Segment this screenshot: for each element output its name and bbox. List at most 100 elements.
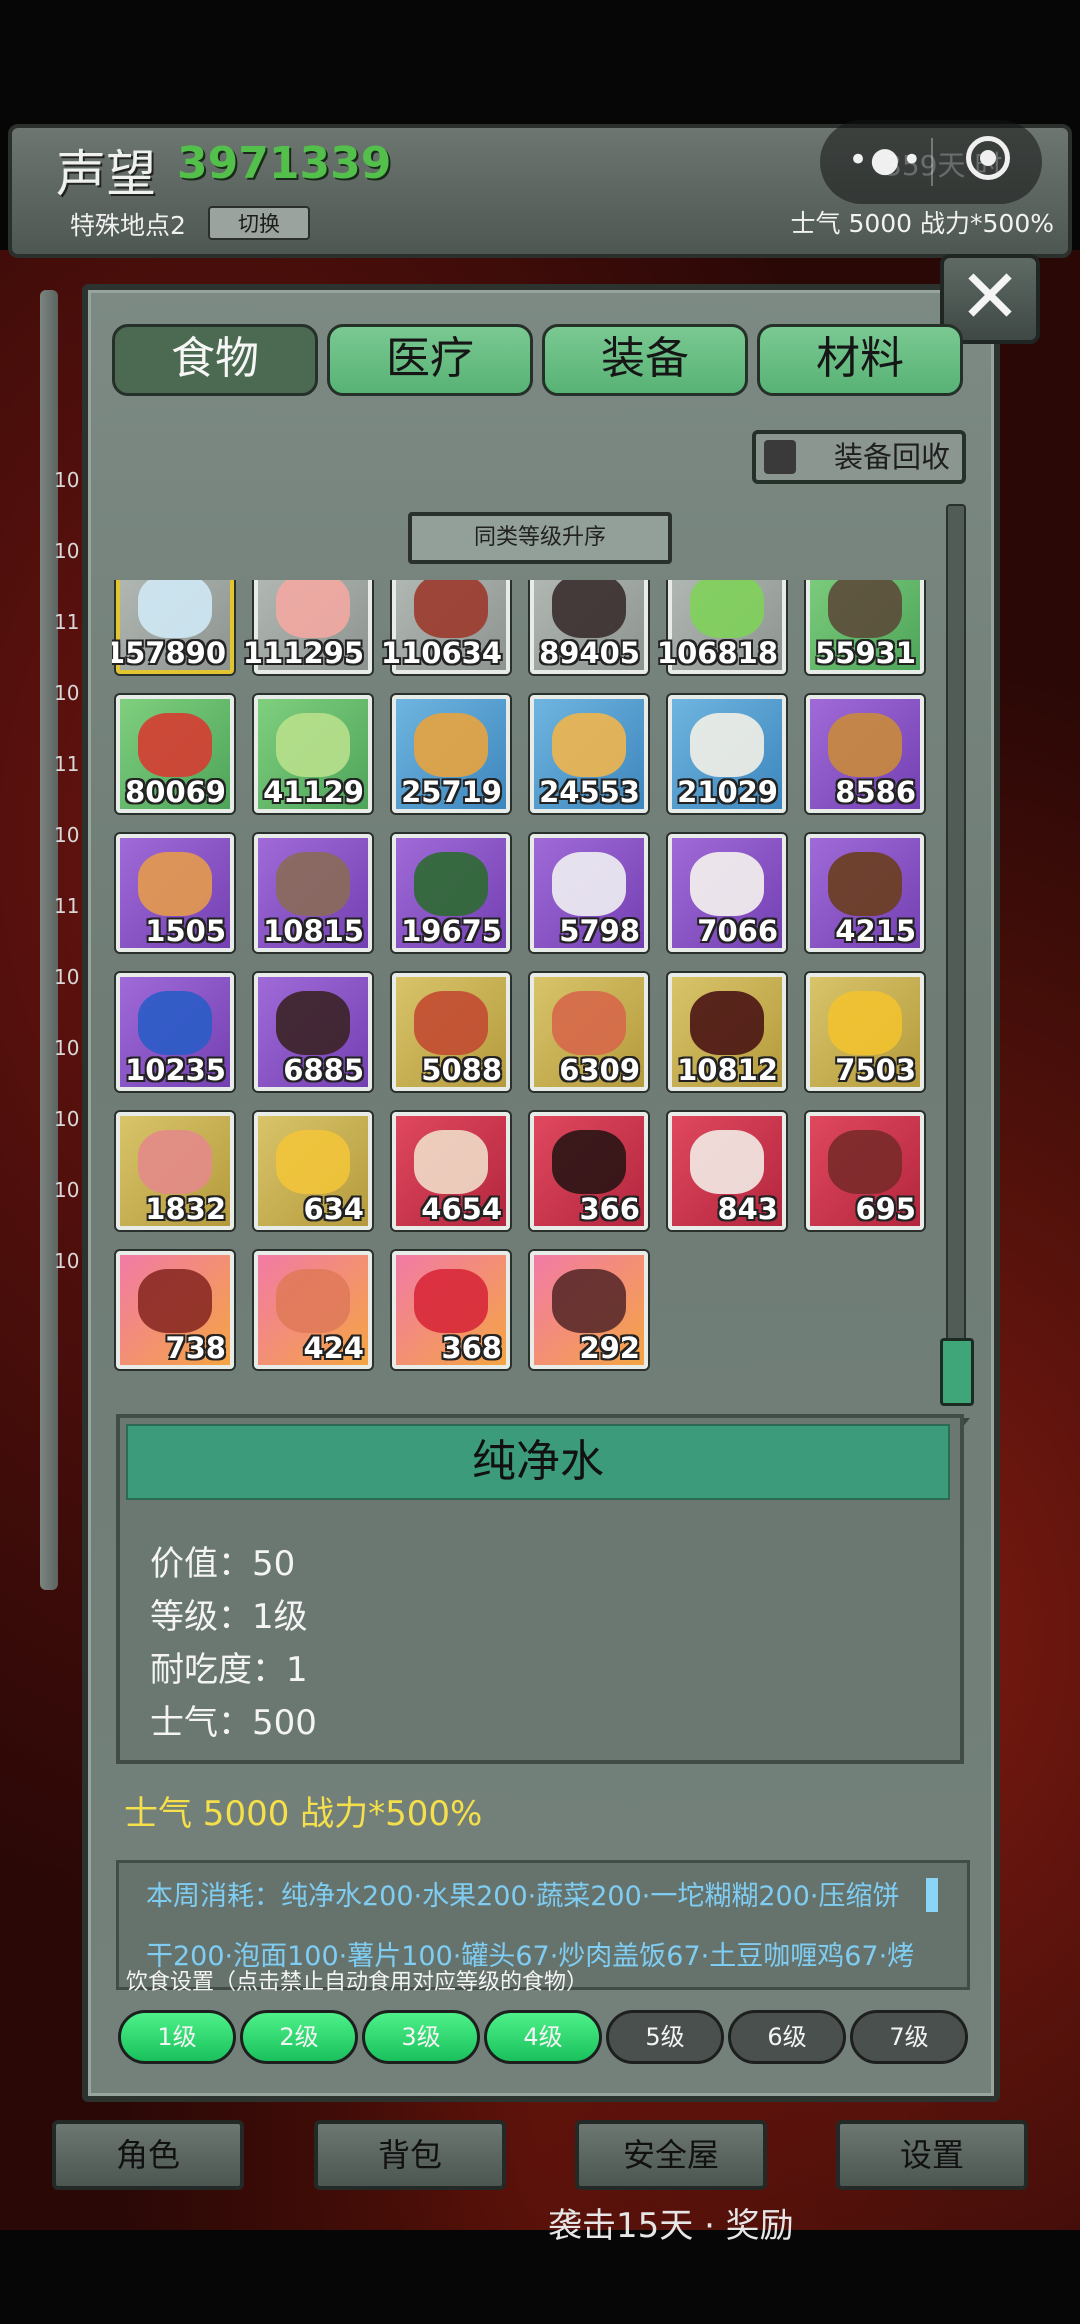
item-slot[interactable]: 843 xyxy=(668,1112,786,1230)
item-slot[interactable]: 424 xyxy=(254,1251,372,1369)
item-slot[interactable]: 6885 xyxy=(254,973,372,1091)
background-list-number: 10 xyxy=(54,1249,80,1273)
item-count: 110634 xyxy=(380,636,502,670)
item-slot[interactable]: 7503 xyxy=(806,973,924,1091)
item-level: 等级：1级 xyxy=(150,1597,308,1637)
sort-button[interactable]: 同类等级升序 xyxy=(408,512,672,564)
food-item-icon xyxy=(414,580,488,638)
food-item-icon xyxy=(552,1130,626,1194)
item-slot[interactable]: 55931 xyxy=(806,580,924,674)
diet-level-toggle[interactable]: 7级 xyxy=(850,2010,968,2064)
diet-level-toggle[interactable]: 1级 xyxy=(118,2010,236,2064)
item-count: 8586 xyxy=(835,775,916,809)
item-morale: 士气：500 xyxy=(150,1703,317,1743)
food-item-icon xyxy=(138,852,212,916)
tab-2[interactable]: 装备 xyxy=(542,324,748,396)
item-slot[interactable]: 80069 xyxy=(116,695,234,813)
item-slot[interactable]: 106818 xyxy=(657,580,786,674)
item-slot[interactable]: 368 xyxy=(392,1251,510,1369)
tab-1[interactable]: 医疗 xyxy=(327,324,533,396)
item-slot[interactable]: 111295 xyxy=(243,580,372,674)
item-slot[interactable]: 7066 xyxy=(668,834,786,952)
capsule-divider xyxy=(931,138,933,186)
item-slot[interactable]: 10815 xyxy=(254,834,372,952)
item-count: 80069 xyxy=(125,775,226,809)
item-count: 4654 xyxy=(421,1192,502,1226)
item-slot[interactable]: 21029 xyxy=(668,695,786,813)
food-item-icon xyxy=(414,1130,488,1194)
item-slot[interactable]: 8586 xyxy=(806,695,924,813)
item-slot[interactable]: 24553 xyxy=(530,695,648,813)
item-slot[interactable]: 738 xyxy=(116,1251,234,1369)
food-item-icon xyxy=(276,852,350,916)
switch-location-button[interactable]: 切换 xyxy=(208,206,310,240)
nav-safehouse-button[interactable]: 安全屋 xyxy=(575,2120,767,2190)
item-count: 10815 xyxy=(263,914,364,948)
food-item-icon xyxy=(552,713,626,777)
item-slot[interactable]: 10812 xyxy=(668,973,786,1091)
close-miniprogram-icon[interactable] xyxy=(966,136,1010,180)
top-morale-stats: 士气 5000 战力*500% xyxy=(790,209,1055,238)
food-item-icon xyxy=(828,713,902,777)
item-count: 25719 xyxy=(401,775,502,809)
item-slot[interactable]: 89405 xyxy=(530,580,648,674)
item-count: 106818 xyxy=(656,636,778,670)
food-item-icon xyxy=(828,580,902,638)
item-count: 366 xyxy=(579,1192,640,1226)
item-slot[interactable]: 1832 xyxy=(116,1112,234,1230)
item-count: 5798 xyxy=(559,914,640,948)
tab-3[interactable]: 材料 xyxy=(757,324,963,396)
food-item-icon xyxy=(552,1269,626,1333)
background-list-number: 11 xyxy=(54,752,80,776)
miniprogram-capsule[interactable]: •●• 359天 时 xyxy=(820,120,1042,204)
nav-character-button[interactable]: 角色 xyxy=(52,2120,244,2190)
item-count: 24553 xyxy=(539,775,640,809)
item-count: 7066 xyxy=(697,914,778,948)
item-slot[interactable]: 695 xyxy=(806,1112,924,1230)
diet-setting-label: 饮食设置（点击禁止自动食用对应等级的食物） xyxy=(126,1970,589,1995)
raid-reward-text[interactable]: 袭击15天 · 奖励 xyxy=(548,2198,794,2247)
food-item-icon xyxy=(828,991,902,1055)
item-grid-viewport[interactable]: 157890 111295 110634 89405 106818 55931 80069 4… xyxy=(112,580,942,1386)
food-item-icon xyxy=(276,1130,350,1194)
background-list-number: 10 xyxy=(54,1178,80,1202)
item-slot[interactable]: 292 xyxy=(530,1251,648,1369)
item-slot[interactable]: 10235 xyxy=(116,973,234,1091)
nav-settings-button[interactable]: 设置 xyxy=(836,2120,1028,2190)
tab-0[interactable]: 食物 xyxy=(112,324,318,396)
diet-level-toggle[interactable]: 5级 xyxy=(606,2010,724,2064)
food-item-icon xyxy=(828,852,902,916)
diet-level-toggle[interactable]: 3级 xyxy=(362,2010,480,2064)
item-count: 4215 xyxy=(835,914,916,948)
diet-level-toggle[interactable]: 4级 xyxy=(484,2010,602,2064)
diet-level-toggle[interactable]: 2级 xyxy=(240,2010,358,2064)
food-item-icon xyxy=(690,1130,764,1194)
food-item-icon xyxy=(138,713,212,777)
item-slot[interactable]: 41129 xyxy=(254,695,372,813)
item-slot[interactable]: 634 xyxy=(254,1112,372,1230)
item-slot[interactable]: 5088 xyxy=(392,973,510,1091)
item-slot[interactable]: 1505 xyxy=(116,834,234,952)
scrollbar-track[interactable] xyxy=(946,504,966,1404)
scrollbar-thumb[interactable] xyxy=(940,1338,974,1406)
item-slot[interactable]: 25719 xyxy=(392,695,510,813)
equipment-recycle-button[interactable]: 装备回收 xyxy=(752,430,966,484)
item-count: 19675 xyxy=(401,914,502,948)
item-count: 111295 xyxy=(242,636,364,670)
item-count: 634 xyxy=(303,1192,364,1226)
diet-level-toggle[interactable]: 6级 xyxy=(728,2010,846,2064)
background-list-number: 10 xyxy=(54,539,80,563)
food-item-icon xyxy=(690,580,764,638)
item-slot[interactable]: 110634 xyxy=(381,580,510,674)
item-slot[interactable]: 4215 xyxy=(806,834,924,952)
item-value: 价值：50 xyxy=(150,1544,296,1584)
item-slot[interactable]: 5798 xyxy=(530,834,648,952)
item-slot[interactable]: 157890 xyxy=(112,580,234,674)
item-slot[interactable]: 19675 xyxy=(392,834,510,952)
nav-backpack-button[interactable]: 背包 xyxy=(314,2120,506,2190)
item-slot[interactable]: 6309 xyxy=(530,973,648,1091)
item-slot[interactable]: 4654 xyxy=(392,1112,510,1230)
item-count: 292 xyxy=(579,1331,640,1365)
weekly-consumption-line-1: 本周消耗：纯净水200·水果200·蔬菜200·一坨糊糊200·压缩饼 xyxy=(146,1881,900,1912)
item-slot[interactable]: 366 xyxy=(530,1112,648,1230)
